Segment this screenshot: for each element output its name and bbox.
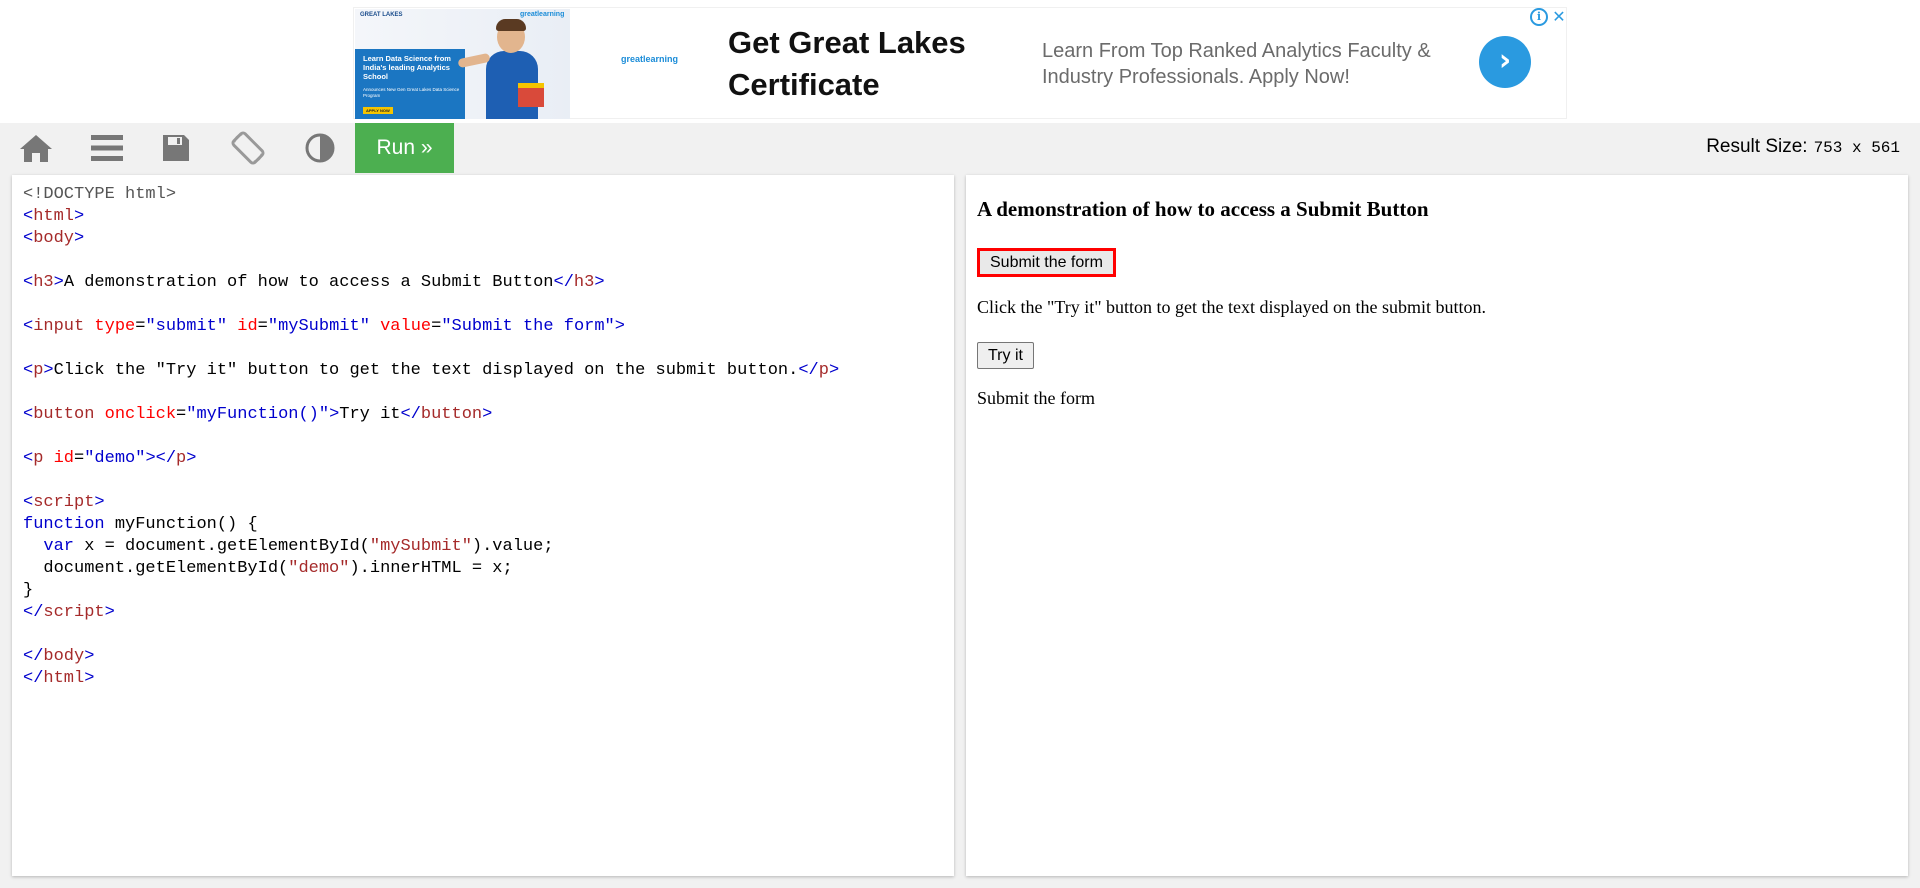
ad-description[interactable]: Learn From Top Ranked Analytics Faculty … <box>1042 38 1462 90</box>
ad-bar: GREAT LAKES greatlearning Learn Data Sci… <box>0 0 1920 123</box>
ad-apply-badge: APPLY NOW <box>363 107 393 114</box>
rotate-button[interactable] <box>213 123 283 173</box>
result-size-label: Result Size: <box>1706 136 1808 157</box>
result-frame[interactable]: A demonstration of how to access a Submi… <box>966 175 1908 876</box>
ad-title[interactable]: Get Great Lakes Certificate <box>728 22 988 106</box>
ad-info-icon[interactable]: i <box>1530 8 1548 26</box>
ad-chevron-right-icon[interactable]: › <box>1479 36 1531 88</box>
result-paragraph: Click the "Try it" button to get the tex… <box>977 297 1487 317</box>
ad-logo: GREAT LAKES <box>360 12 403 18</box>
save-button[interactable] <box>141 123 211 173</box>
ad-close-icon[interactable]: ✕ <box>1550 8 1568 26</box>
menu-button[interactable] <box>72 123 142 173</box>
result-size-value: 753 x 561 <box>1813 139 1900 157</box>
save-icon <box>163 135 189 161</box>
toolbar: Run » Result Size: 753 x 561 <box>0 123 1920 173</box>
rotate-icon <box>231 131 265 165</box>
theme-toggle-button[interactable] <box>285 123 355 173</box>
ad-image-subtext: Announces New Gen Great Lakes Data Scien… <box>363 87 460 98</box>
ad-brand-tag: greatlearning <box>520 11 565 18</box>
home-icon <box>20 135 52 162</box>
run-button[interactable]: Run » <box>355 123 454 173</box>
ad-blue-panel: Learn Data Science from India's leading … <box>355 49 465 119</box>
advertisement[interactable]: GREAT LAKES greatlearning Learn Data Sci… <box>353 7 1567 119</box>
ad-person-illustration <box>457 19 544 119</box>
try-it-button[interactable]: Try it <box>977 342 1034 369</box>
code-editor[interactable]: <!DOCTYPE html> <html> <body> <h3>A demo… <box>12 175 954 876</box>
ad-image-headline: Learn Data Science from India's leading … <box>363 54 451 81</box>
demo-output: Submit the form <box>977 388 1095 408</box>
ad-image[interactable]: GREAT LAKES greatlearning Learn Data Sci… <box>355 9 570 119</box>
menu-icon <box>91 135 123 161</box>
home-button[interactable] <box>1 123 71 173</box>
result-size: Result Size: 753 x 561 <box>1706 136 1900 158</box>
ad-mid-logo: greatlearning <box>621 54 679 64</box>
theme-toggle-icon <box>305 133 335 163</box>
code-text[interactable]: <!DOCTYPE html> <html> <body> <h3>A demo… <box>23 184 839 690</box>
submit-form-button[interactable]: Submit the form <box>977 248 1116 277</box>
result-heading: A demonstration of how to access a Submi… <box>977 197 1429 221</box>
